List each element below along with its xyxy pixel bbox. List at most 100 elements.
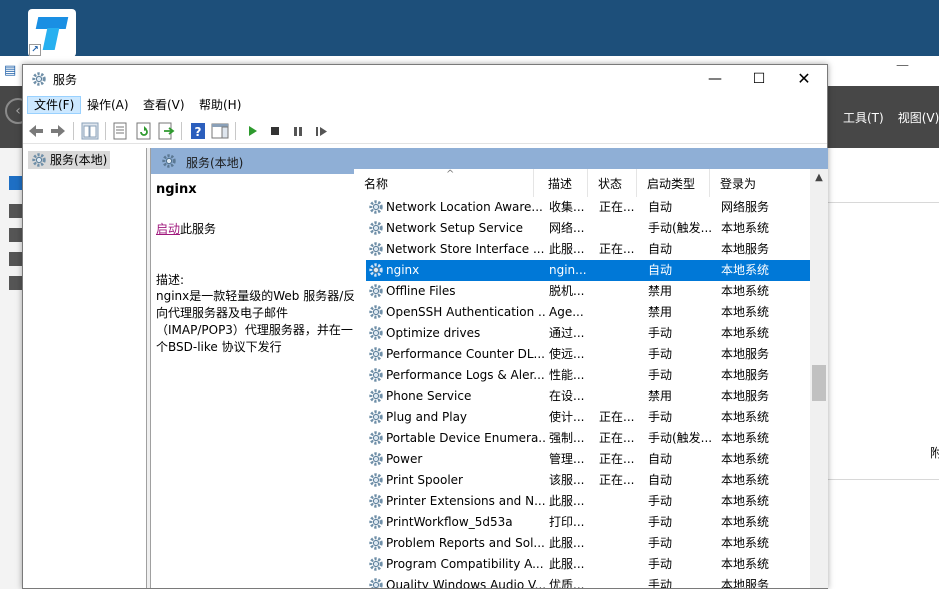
service-status-cell: 正在... — [599, 431, 635, 445]
background-menu-tools[interactable]: 工具(T) — [843, 111, 884, 125]
table-row[interactable]: Network Location Aware... 收集... 正在... 自动 网络服… — [366, 197, 810, 218]
service-status-cell — [599, 281, 637, 302]
service-status-cell — [599, 554, 637, 575]
service-desc-cell: 网络... — [549, 221, 585, 235]
properties-icon[interactable] — [111, 122, 129, 140]
table-row[interactable]: Performance Counter DL... 使远... 手动 本地服务 — [366, 344, 810, 365]
rail-icon[interactable] — [9, 204, 23, 218]
table-row[interactable]: Print Spooler 该服... 正在... 自动 本地系统 — [366, 470, 810, 491]
background-menu-view[interactable]: 视图(V) — [898, 111, 939, 125]
start-service-link[interactable]: 启动 — [156, 222, 180, 236]
titlebar[interactable]: 服务 — ☐ ✕ — [23, 65, 827, 93]
menu-view[interactable]: 查看(V) — [137, 96, 191, 114]
table-row[interactable]: OpenSSH Authentication ... Age... 禁用 本地系统 — [366, 302, 810, 323]
service-logon-cell: 本地系统 — [721, 473, 770, 487]
start-service-icon[interactable] — [243, 122, 261, 140]
table-row[interactable]: Network Setup Service 网络... 手动(触发... 本地系统 — [366, 218, 810, 239]
table-row[interactable]: Problem Reports and Sol... 此服... 手动 本地系统 — [366, 533, 810, 554]
rail-icon[interactable] — [9, 276, 23, 290]
pause-service-icon[interactable] — [289, 122, 307, 140]
app-shortcut-icon[interactable]: ↗ — [28, 9, 76, 57]
service-name-cell: PrintWorkflow_5d53a — [386, 515, 513, 529]
table-row[interactable]: Quality Windows Audio V... 优质... 手动 本地服务 — [366, 575, 810, 588]
service-startup-cell: 手动 — [648, 347, 673, 361]
service-desc-cell: 性能... — [549, 368, 585, 382]
service-name-cell: Program Compatibility A... — [386, 557, 544, 571]
minimize-button[interactable]: — — [692, 65, 738, 93]
service-desc-cell: ngin... — [549, 263, 587, 277]
services-window: 服务 — ☐ ✕ 文件(F) 操作(A) 查看(V) 帮助(H) ? 服务(本地… — [22, 64, 828, 589]
refresh-icon[interactable] — [135, 122, 153, 140]
maximize-button[interactable]: ☐ — [736, 65, 782, 93]
export-list-icon[interactable] — [157, 122, 175, 140]
service-desc-cell: 在设... — [549, 389, 585, 403]
restart-service-icon[interactable] — [312, 122, 330, 140]
table-row[interactable]: Plug and Play 使计... 正在... 手动 本地系统 — [366, 407, 810, 428]
table-row[interactable]: Network Store Interface ... 此服... 正在... 自动 本… — [366, 239, 810, 260]
menu-action[interactable]: 操作(A) — [81, 96, 135, 114]
show-hide-console-tree-icon[interactable] — [81, 122, 99, 140]
menu-help[interactable]: 帮助(H) — [193, 96, 247, 114]
scroll-up-arrow-icon[interactable]: ▲ — [810, 169, 828, 187]
service-gear-icon — [369, 557, 383, 571]
service-status-cell — [599, 344, 637, 365]
service-gear-icon — [369, 494, 383, 508]
rail-icon[interactable] — [9, 228, 23, 242]
forward-arrow-icon[interactable] — [49, 122, 67, 140]
service-startup-cell: 自动 — [648, 263, 673, 277]
background-app-minimize-button[interactable]: — — [896, 58, 909, 73]
service-logon-cell: 本地系统 — [721, 284, 770, 298]
column-description[interactable]: 描述 — [538, 169, 588, 197]
table-row[interactable]: Printer Extensions and N... 此服... 手动 本地系统 — [366, 491, 810, 512]
service-startup-cell: 手动 — [648, 578, 673, 588]
service-desc-cell: 此服... — [549, 242, 585, 256]
table-row[interactable]: Offline Files 脱机... 禁用 本地系统 — [366, 281, 810, 302]
toolbar-separator — [73, 122, 74, 140]
close-button[interactable]: ✕ — [781, 65, 827, 93]
table-row[interactable]: Power 管理... 正在... 自动 本地系统 — [366, 449, 810, 470]
services-gear-icon — [32, 153, 46, 167]
service-logon-cell: 本地服务 — [721, 368, 770, 382]
table-row[interactable]: Portable Device Enumera... 强制... 正在... 手动(触… — [366, 428, 810, 449]
service-desc-cell: 此服... — [549, 494, 585, 508]
column-name[interactable]: 名称 — [354, 169, 534, 197]
service-status-cell: 正在... — [599, 242, 635, 256]
tree-item-services-local[interactable]: 服务(本地) — [28, 151, 111, 169]
service-desc-cell: 通过... — [549, 326, 585, 340]
service-logon-cell: 本地系统 — [721, 263, 770, 277]
table-row[interactable]: Phone Service 在设... 禁用 本地服务 — [366, 386, 810, 407]
service-startup-cell: 自动 — [648, 473, 673, 487]
service-desc-cell: 强制... — [549, 431, 585, 445]
vertical-scrollbar[interactable]: ▲ — [810, 169, 828, 588]
action-pane-icon[interactable] — [211, 122, 229, 140]
divider — [828, 479, 939, 480]
service-gear-icon — [369, 578, 383, 588]
table-row[interactable]: Program Compatibility A... 此服... 手动 本地系统 — [366, 554, 810, 575]
table-row[interactable]: Optimize drives 通过... 手动 本地系统 — [366, 323, 810, 344]
help-icon[interactable]: ? — [189, 122, 207, 140]
table-row[interactable]: PrintWorkflow_5d53a 打印... 手动 本地系统 — [366, 512, 810, 533]
service-gear-icon — [369, 305, 383, 319]
stop-service-icon[interactable] — [266, 122, 284, 140]
table-row[interactable]: Performance Logs & Aler... 性能... 手动 本地服务 — [366, 365, 810, 386]
service-name-cell: Problem Reports and Sol... — [386, 536, 545, 550]
service-desc-cell: 此服... — [549, 557, 585, 571]
table-row[interactable]: nginx ngin... 自动 本地系统 — [366, 260, 810, 281]
rail-active-icon[interactable] — [9, 176, 23, 190]
service-status-cell: 正在... — [599, 473, 635, 487]
service-gear-icon — [369, 536, 383, 550]
service-gear-icon — [369, 515, 383, 529]
service-startup-cell: 手动 — [648, 410, 673, 424]
column-startup-type[interactable]: 启动类型 — [637, 169, 710, 197]
rail-icon[interactable] — [9, 252, 23, 266]
back-arrow-icon[interactable] — [27, 122, 45, 140]
service-status-cell: 正在... — [599, 200, 635, 214]
services-list: 名称 ^ 描述 状态 启动类型 登录为 Network Location Awa… — [354, 169, 828, 588]
column-status[interactable]: 状态 — [588, 169, 637, 197]
service-status-cell — [599, 323, 637, 344]
service-name-cell: Print Spooler — [386, 473, 463, 487]
background-app-left-rail — [0, 148, 24, 589]
menu-file[interactable]: 文件(F) — [27, 96, 82, 114]
scrollbar-thumb[interactable] — [812, 365, 826, 401]
column-log-on-as[interactable]: 登录为 — [710, 169, 780, 197]
